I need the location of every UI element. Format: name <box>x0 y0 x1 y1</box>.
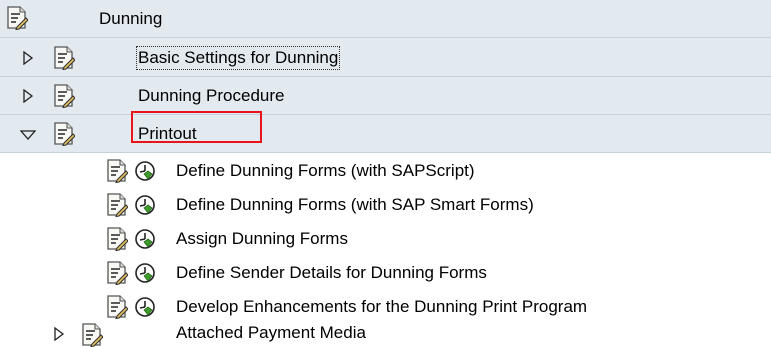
tree-child-row[interactable]: Define Sender Details for Dunning Forms <box>0 255 771 293</box>
tree-child-row[interactable]: Define Dunning Forms (with SAP Smart For… <box>0 187 771 225</box>
tree-root-label: Dunning <box>99 9 163 28</box>
sap-activity-document-icon <box>53 46 75 70</box>
execute-clock-icon[interactable] <box>134 262 156 284</box>
execute-clock-icon[interactable] <box>134 296 156 318</box>
sap-activity-document-icon <box>53 84 75 108</box>
expand-triangle-icon[interactable] <box>53 327 65 341</box>
highlight-box <box>131 111 262 143</box>
tree-child-label[interactable]: Define Sender Details for Dunning Forms <box>176 263 487 283</box>
sap-activity-document-icon <box>106 193 128 217</box>
sap-activity-document-icon <box>6 6 28 30</box>
tree-node-basic-settings[interactable]: Basic Settings for Dunning <box>0 38 771 77</box>
expand-triangle-icon[interactable] <box>22 89 34 103</box>
tree-child-label[interactable]: Develop Enhancements for the Dunning Pri… <box>176 297 587 317</box>
sap-activity-document-icon <box>106 295 128 319</box>
tree-node-attached-payment-media[interactable]: Attached Payment Media <box>0 320 771 345</box>
execute-clock-icon[interactable] <box>134 160 156 182</box>
tree-child-row[interactable]: Define Dunning Forms (with SAPScript) <box>0 153 771 191</box>
expand-triangle-icon[interactable] <box>22 51 34 65</box>
tree-node-dunning-procedure[interactable]: Dunning Procedure <box>0 77 771 115</box>
sap-activity-document-icon <box>106 261 128 285</box>
tree-root-row[interactable]: Dunning <box>0 0 771 38</box>
tree-node-printout[interactable]: Printout <box>0 115 771 153</box>
tree-child-label[interactable]: Define Dunning Forms (with SAP Smart For… <box>176 195 534 215</box>
tree-node-label[interactable]: Attached Payment Media <box>176 323 366 343</box>
sap-activity-document-icon <box>106 227 128 251</box>
customizing-tree: Dunning Basic Settings for Dunning Dunni… <box>0 0 771 345</box>
tree-child-label[interactable]: Define Dunning Forms (with SAPScript) <box>176 161 475 181</box>
execute-clock-icon[interactable] <box>134 194 156 216</box>
collapse-triangle-icon[interactable] <box>20 129 36 141</box>
tree-node-label[interactable]: Basic Settings for Dunning <box>135 46 341 70</box>
tree-child-label[interactable]: Assign Dunning Forms <box>176 229 348 249</box>
tree-child-row[interactable]: Assign Dunning Forms <box>0 221 771 259</box>
tree-node-label[interactable]: Dunning Procedure <box>138 86 284 106</box>
execute-clock-icon[interactable] <box>134 228 156 250</box>
sap-activity-document-icon <box>53 122 75 146</box>
sap-activity-document-icon <box>81 323 103 347</box>
sap-activity-document-icon <box>106 159 128 183</box>
